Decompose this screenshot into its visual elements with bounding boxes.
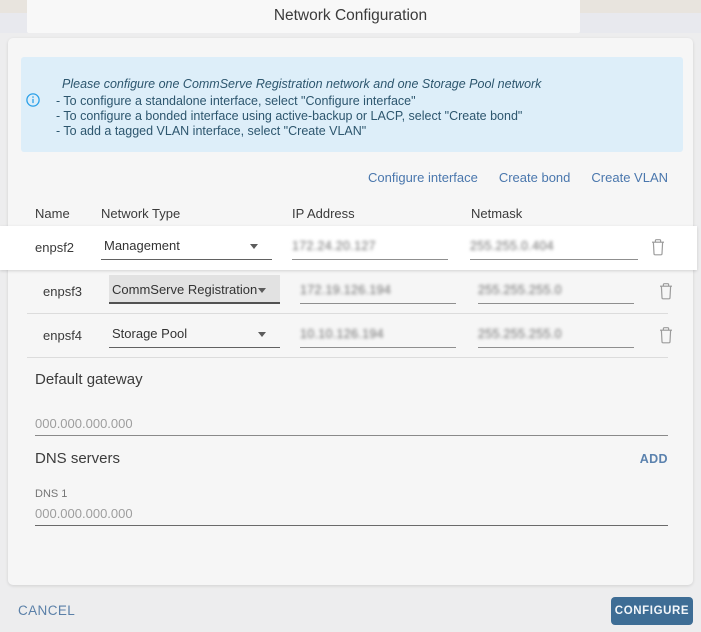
page-title: Network Configuration xyxy=(273,7,428,24)
cancel-button[interactable]: CANCEL xyxy=(18,603,75,618)
dns1-input[interactable] xyxy=(35,502,668,526)
create-bond-link[interactable]: Create bond xyxy=(499,170,571,185)
info-icon xyxy=(26,93,40,107)
delete-interface-button[interactable] xyxy=(650,238,666,256)
network-type-select[interactable]: Management xyxy=(101,231,272,260)
row-divider xyxy=(27,357,668,358)
table-row: enpsf2 Management 172.24.20.127 255.255.… xyxy=(0,226,697,270)
interface-name: enpsf2 xyxy=(35,240,75,255)
dns1-label: DNS 1 xyxy=(35,488,68,500)
ip-address-field[interactable]: 172.19.126.194 xyxy=(300,275,456,304)
table-row: enpsf4 Storage Pool 10.10.126.194 255.25… xyxy=(8,314,693,358)
chevron-down-icon xyxy=(258,288,266,293)
netmask-field[interactable]: 255.255.255.0 xyxy=(478,275,634,304)
default-gateway-label: Default gateway xyxy=(35,371,143,388)
info-banner-line: - To add a tagged VLAN interface, select… xyxy=(56,124,367,138)
delete-interface-button[interactable] xyxy=(658,282,674,300)
netmask-field[interactable]: 255.255.0.404 xyxy=(470,231,638,260)
dns-servers-label: DNS servers xyxy=(35,450,121,467)
configure-button[interactable]: CONFIGURE xyxy=(611,597,693,625)
info-banner-line: - To configure a bonded interface using … xyxy=(56,109,523,123)
info-banner-line: - To configure a standalone interface, s… xyxy=(56,94,416,108)
chevron-down-icon xyxy=(250,244,258,249)
delete-interface-button[interactable] xyxy=(658,326,674,344)
default-gateway-input[interactable] xyxy=(35,412,668,436)
chevron-down-icon xyxy=(258,332,266,337)
column-header-network-type: Network Type xyxy=(101,206,181,221)
interface-name: enpsf3 xyxy=(43,284,83,299)
ip-address-field[interactable]: 172.24.20.127 xyxy=(292,231,448,260)
create-vlan-link[interactable]: Create VLAN xyxy=(591,170,668,185)
info-banner-heading: Please configure one CommServe Registrat… xyxy=(62,77,542,91)
column-header-netmask: Netmask xyxy=(471,206,523,221)
interface-name: enpsf4 xyxy=(43,328,83,343)
network-type-select[interactable]: CommServe Registration xyxy=(109,275,280,304)
netmask-field[interactable]: 255.255.255.0 xyxy=(478,319,634,348)
configure-interface-link[interactable]: Configure interface xyxy=(368,170,478,185)
column-header-ip-address: IP Address xyxy=(292,206,355,221)
network-type-select[interactable]: Storage Pool xyxy=(109,319,280,348)
column-header-name: Name xyxy=(35,206,70,221)
ip-address-field[interactable]: 10.10.126.194 xyxy=(300,319,456,348)
interface-actions: Configure interface Create bond Create V… xyxy=(368,170,668,185)
add-dns-button[interactable]: ADD xyxy=(640,452,668,466)
network-configuration-dialog: Network Configuration Please configure o… xyxy=(0,0,701,632)
table-row: enpsf3 CommServe Registration 172.19.126… xyxy=(8,270,693,314)
